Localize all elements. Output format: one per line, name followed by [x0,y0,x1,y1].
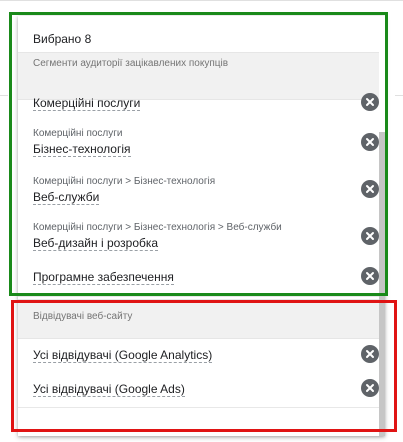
close-circle-icon [366,350,374,358]
background-divider [0,95,8,96]
background-divider [395,95,403,96]
remove-button[interactable] [361,379,379,397]
audience-label: Усі відвідувачі (Google Analytics) [33,348,213,363]
selected-audiences-panel: Вибрано 8 Сегменти аудиторії зацікавлени… [18,16,385,436]
list-item: Комерційні послуги > Бізнес-технологія В… [33,176,378,206]
scrollbar[interactable] [379,16,385,436]
list-item: Усі відвідувачі (Google Ads) [33,380,378,398]
divider [18,407,379,408]
group-header-label: Сегменти аудиторії зацікавлених покупців [33,58,228,69]
close-circle-icon [366,384,374,392]
list-item: Комерційні послуги [33,94,378,112]
audience-label: Програмне забезпечення [33,270,174,285]
list-item: Комерційні послуги Бізнес-технологія [33,128,378,158]
list-item: Комерційні послуги > Бізнес-технологія >… [33,222,378,252]
list-item: Усі відвідувачі (Google Analytics) [33,346,378,364]
close-circle-icon [366,185,374,193]
remove-button[interactable] [361,267,379,285]
close-circle-icon [366,232,374,240]
list-item: Програмне забезпечення [33,268,378,286]
audience-label: Веб-служби [33,190,100,205]
audience-path: Комерційні послуги [33,128,123,139]
group-header-in-market: Сегменти аудиторії зацікавлених покупців [18,52,379,100]
scrollbar-thumb[interactable] [379,132,385,436]
audience-label: Веб-дизайн і розробка [33,236,159,251]
audience-label: Комерційні послуги [33,96,141,111]
selected-count: Вибрано 8 [33,32,92,46]
audience-path: Комерційні послуги > Бізнес-технологія [33,176,216,187]
remove-button[interactable] [361,180,379,198]
audience-path: Комерційні послуги > Бізнес-технологія >… [33,222,282,233]
group-header-website-visitors: Відвідувачі веб-сайту [18,299,379,339]
audience-label: Усі відвідувачі (Google Ads) [33,382,185,397]
close-circle-icon [366,272,374,280]
close-circle-icon [366,138,374,146]
remove-button[interactable] [361,227,379,245]
group-header-label: Відвідувачі веб-сайту [33,311,133,322]
remove-button[interactable] [361,133,379,151]
remove-button[interactable] [361,93,379,111]
divider [18,296,379,297]
background-divider [0,0,403,1]
close-circle-icon [366,98,374,106]
audience-label: Бізнес-технологія [33,142,131,157]
remove-button[interactable] [361,345,379,363]
